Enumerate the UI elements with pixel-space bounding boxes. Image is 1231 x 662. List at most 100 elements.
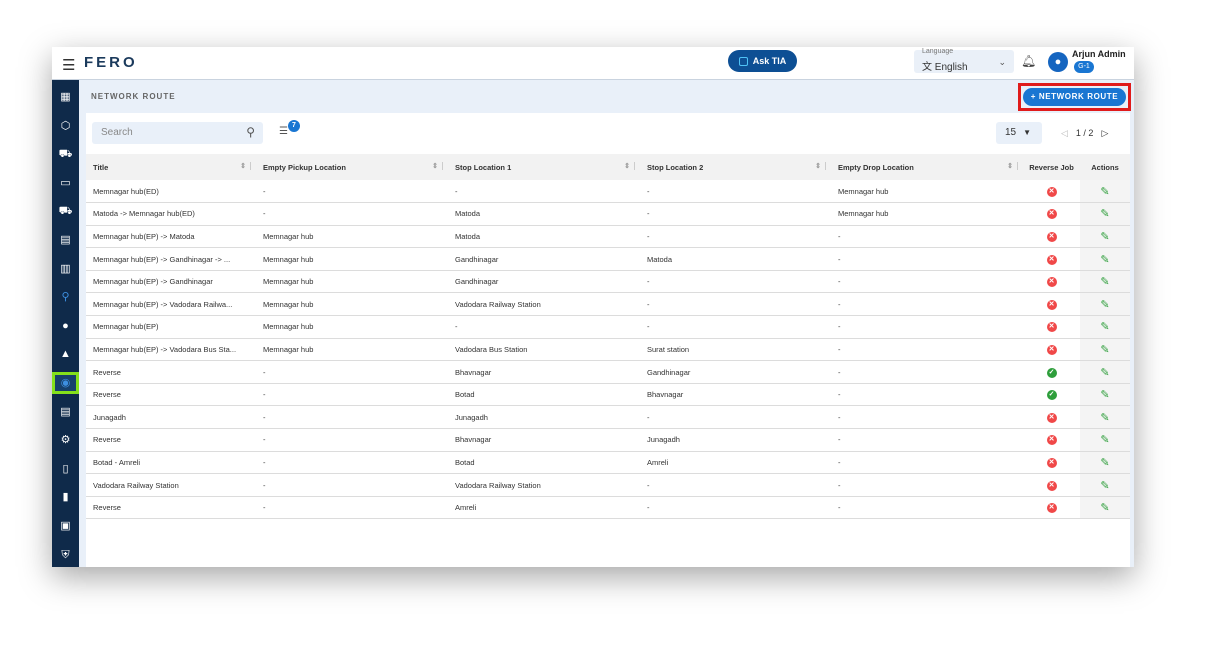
money-icon[interactable]: ▭ (52, 172, 79, 194)
table-cell: Memnagar hub (256, 315, 448, 339)
reverse-job-cell: ✕ (1023, 496, 1080, 520)
edit-icon[interactable]: ✎ (1100, 321, 1109, 333)
add-network-route-button[interactable]: + NETWORK ROUTE (1018, 83, 1131, 111)
sort-icon[interactable]: ⇕ (1007, 162, 1018, 170)
settings-list-icon[interactable]: ▤ (52, 401, 79, 423)
edit-icon[interactable]: ✎ (1100, 231, 1109, 243)
close-circle-icon: ✕ (1046, 209, 1057, 220)
sort-icon[interactable]: ⇕ (815, 162, 826, 170)
language-text: English (934, 62, 968, 73)
table-cell: - (640, 496, 831, 520)
building-icon[interactable]: ▥ (52, 258, 79, 280)
table-row: Reverse - Amreli - - ✕ ✎ (86, 496, 1130, 520)
table-cell: - (831, 428, 1023, 452)
edit-icon[interactable]: ✎ (1100, 299, 1109, 311)
truck-icon[interactable]: ⛟ (52, 200, 79, 222)
bus-clock-icon[interactable]: ⛟ (52, 143, 79, 165)
edit-icon[interactable]: ✎ (1100, 434, 1109, 446)
table-cell: Memnagar hub (831, 180, 1023, 204)
trash-icon[interactable]: ▮ (52, 486, 79, 508)
search-input[interactable]: Search ⚲ (92, 122, 263, 144)
table-cell: Reverse (86, 360, 256, 384)
reverse-job-cell: ✕ (1023, 225, 1080, 249)
avatar[interactable]: ● (1048, 52, 1068, 72)
edit-icon[interactable]: ✎ (1100, 389, 1109, 401)
page-indicator: 1 / 2 (1075, 128, 1094, 138)
dashboard-icon[interactable]: ▦ (52, 86, 79, 108)
edit-icon[interactable]: ✎ (1100, 344, 1109, 356)
table-row: Reverse - Botad Bhavnagar - ✓ ✎ (86, 383, 1130, 407)
table-row: Memnagar hub(EP) Memnagar hub - - - ✕ ✎ (86, 315, 1130, 339)
route-icon[interactable]: ⚲ (52, 286, 79, 308)
edit-icon[interactable]: ✎ (1100, 254, 1109, 266)
sort-icon[interactable]: ⇕ (240, 162, 251, 170)
table-cell: Surat station (640, 338, 831, 362)
table-cell: Gandhinagar (448, 270, 640, 294)
actions-cell: ✎ (1080, 360, 1130, 384)
table-cell: Botad - Amreli (86, 451, 256, 475)
edit-icon[interactable]: ✎ (1100, 457, 1109, 469)
menu-icon[interactable]: ☰ (62, 56, 75, 74)
table-cell: Matoda -> Memnagar hub(ED) (86, 202, 256, 226)
contact-icon[interactable]: ▣ (52, 515, 79, 537)
road-icon[interactable]: ▲ (52, 343, 79, 365)
actions-cell: ✎ (1080, 202, 1130, 226)
top-bar: ☰ FERO Ask TIA Language 文 English ⌄ 🔔︎ ●… (52, 47, 1134, 80)
table-cell: - (640, 225, 831, 249)
table-cell: Memnagar hub (256, 270, 448, 294)
logo-text: FERO (84, 54, 138, 71)
actions-cell: ✎ (1080, 383, 1130, 407)
column-header: Reverse Job (1023, 154, 1080, 180)
next-page-icon[interactable]: ▷ (1101, 128, 1108, 139)
table-cell: Botad (448, 383, 640, 407)
filter-button[interactable]: ☰ 7 (279, 120, 300, 137)
column-label: Stop Location 2 (647, 162, 704, 172)
language-select[interactable]: Language 文 English ⌄ (914, 48, 1014, 73)
edit-icon[interactable]: ✎ (1100, 367, 1109, 379)
bell-icon[interactable]: 🔔︎ (1021, 54, 1036, 68)
close-circle-icon: ✕ (1046, 299, 1057, 310)
table-cell: - (448, 180, 640, 204)
table-cell: Memnagar hub(ED) (86, 180, 256, 204)
reverse-job-cell: ✕ (1023, 473, 1080, 497)
sort-icon[interactable]: ⇕ (624, 162, 635, 170)
grid-doc-icon[interactable]: ▤ (52, 229, 79, 251)
search-icon[interactable]: ⚲ (246, 125, 255, 139)
edit-icon[interactable]: ✎ (1100, 502, 1109, 514)
document-export-icon[interactable]: ▯ (52, 458, 79, 480)
table-cell: - (831, 292, 1023, 317)
table-cell: Memnagar hub (256, 292, 448, 317)
edit-icon[interactable]: ✎ (1100, 186, 1109, 198)
column-header[interactable]: Title ⇕ (86, 154, 256, 180)
ask-tia-button[interactable]: Ask TIA (728, 50, 797, 72)
per-page-select[interactable]: 15 ▼ (996, 122, 1042, 144)
column-header[interactable]: Empty Pickup Location ⇕ (256, 154, 448, 180)
column-header[interactable]: Stop Location 2 ⇕ (640, 154, 831, 180)
edit-icon[interactable]: ✎ (1100, 208, 1109, 220)
edit-icon[interactable]: ✎ (1100, 412, 1109, 424)
column-header[interactable]: Stop Location 1 ⇕ (448, 154, 640, 180)
table-cell: - (831, 225, 1023, 249)
table-row: Junagadh - Junagadh - - ✕ ✎ (86, 405, 1130, 430)
table-cell: Vadodara Bus Station (448, 338, 640, 362)
close-circle-icon: ✕ (1046, 503, 1057, 514)
edit-icon[interactable]: ✎ (1100, 276, 1109, 288)
sort-icon[interactable]: ⇕ (432, 162, 443, 170)
table-row: Botad - Amreli - Botad Amreli - ✕ ✎ (86, 451, 1130, 475)
table-cell: - (256, 202, 448, 226)
network-route-icon[interactable]: ◉ (52, 372, 79, 394)
table-cell: - (640, 405, 831, 430)
table-cell: - (640, 473, 831, 497)
prev-page-icon[interactable]: ◁ (1061, 128, 1068, 139)
actions-cell: ✎ (1080, 338, 1130, 362)
edit-icon[interactable]: ✎ (1100, 480, 1109, 492)
reverse-job-cell: ✕ (1023, 315, 1080, 339)
shield-icon[interactable]: ⛨ (52, 544, 79, 566)
table-row: Memnagar hub(EP) -> Matoda Memnagar hub Ma… (86, 225, 1130, 249)
column-header[interactable]: Empty Drop Location ⇕ (831, 154, 1023, 180)
table-cell: - (831, 496, 1023, 520)
gear-icon[interactable]: ⚙ (52, 429, 79, 451)
location-pin-icon[interactable]: ● (52, 315, 79, 337)
reverse-job-cell: ✓ (1023, 360, 1080, 384)
package-add-icon[interactable]: ⬡ (52, 115, 79, 137)
